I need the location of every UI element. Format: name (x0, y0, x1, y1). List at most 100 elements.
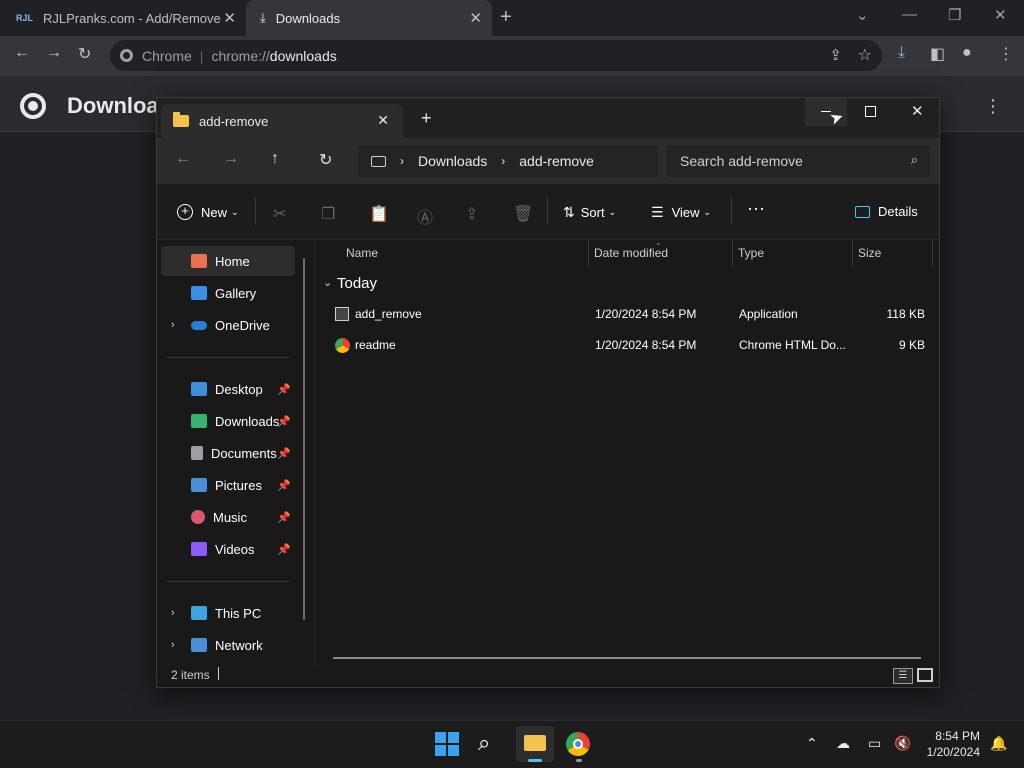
more-actions-icon[interactable]: ⋮ (984, 96, 1002, 117)
close-tab-icon[interactable]: ✕ (377, 112, 389, 129)
close-window-icon[interactable]: ✕ (994, 6, 1007, 24)
column-date[interactable]: Date modified (594, 246, 668, 260)
close-tab-icon[interactable]: ✕ (223, 9, 236, 27)
network-icon (191, 638, 207, 652)
nav-desktop[interactable]: Desktop 📌 (161, 374, 295, 404)
column-divider[interactable] (588, 240, 589, 266)
desktop-icon (191, 382, 207, 396)
details-button[interactable]: Details (855, 204, 918, 219)
volume-muted-icon[interactable]: 🔇 (894, 735, 911, 752)
more-options-icon[interactable]: ··· (747, 198, 765, 219)
new-label: New (201, 204, 228, 220)
pin-icon[interactable]: 📌 (277, 447, 291, 460)
explorer-address-bar[interactable]: › Downloads › add-remove (358, 145, 658, 177)
chrome-icon[interactable] (566, 732, 590, 756)
divider (547, 197, 548, 225)
reload-icon[interactable]: ↻ (78, 44, 91, 64)
nav-pictures[interactable]: Pictures 📌 (161, 470, 295, 500)
restore-icon[interactable]: ❐ (948, 6, 961, 24)
paste-icon[interactable]: 📋 (369, 204, 389, 224)
delete-icon[interactable]: 🗑 (513, 204, 533, 224)
view-button[interactable]: ☰ View ⌄ (651, 204, 711, 221)
maximize-icon[interactable] (865, 106, 876, 117)
divider (731, 197, 732, 225)
column-type[interactable]: Type (738, 246, 764, 260)
group-header[interactable]: Today (337, 275, 377, 292)
column-divider[interactable] (932, 240, 933, 266)
pin-icon[interactable]: 📌 (277, 479, 291, 492)
rename-icon[interactable]: Ⓐ (417, 204, 433, 228)
column-divider[interactable] (852, 240, 853, 266)
tiles-view-icon[interactable] (917, 668, 933, 682)
column-size[interactable]: Size (858, 246, 881, 260)
gallery-icon (191, 286, 207, 300)
explorer-tab-label: add-remove (199, 113, 269, 129)
pin-icon[interactable]: 📌 (277, 415, 291, 428)
tab-search-icon[interactable]: ⌄ (856, 6, 869, 24)
breadcrumb-downloads[interactable]: Downloads (418, 153, 487, 169)
notification-bell-icon[interactable]: 🔔 (990, 735, 1007, 752)
search-icon[interactable]: ⌕ (478, 730, 490, 756)
pictures-icon (191, 478, 207, 492)
search-icon: ⌕ (910, 152, 918, 167)
nav-home[interactable]: Home (161, 246, 295, 276)
tab-downloads[interactable]: ⤓ Downloads ✕ (246, 0, 492, 36)
new-tab-button[interactable]: + (500, 6, 512, 29)
nav-downloads[interactable]: Downloads 📌 (161, 406, 295, 436)
onedrive-icon[interactable]: ☁ (836, 735, 850, 752)
details-view-icon[interactable]: ☰ (893, 668, 913, 684)
new-button[interactable]: + New ⌄ (177, 204, 239, 220)
cut-icon[interactable]: ✂ (273, 204, 286, 224)
menu-icon[interactable]: ⋮ (998, 44, 1014, 64)
side-panel-icon[interactable]: ◧ (930, 44, 945, 64)
forward-icon[interactable]: → (223, 150, 239, 168)
minimize-icon[interactable]: — (902, 6, 917, 23)
back-icon[interactable]: ← (175, 150, 191, 168)
nav-scrollbar[interactable] (303, 258, 305, 620)
new-tab-button[interactable]: + (421, 108, 432, 129)
close-tab-icon[interactable]: ✕ (469, 9, 482, 27)
clock[interactable]: 8:54 PM 1/20/2024 (922, 729, 980, 759)
nav-documents[interactable]: Documents 📌 (161, 438, 295, 468)
column-divider[interactable] (732, 240, 733, 266)
column-name[interactable]: Name (346, 246, 378, 260)
tab-rjlpranks[interactable]: RJL RJLPranks.com - Add/Remove ✕ (8, 0, 246, 36)
share-icon[interactable]: ⇪ (465, 204, 478, 224)
table-row[interactable]: add_remove 1/20/2024 8:54 PM Application… (317, 303, 933, 329)
pin-icon[interactable]: 📌 (277, 543, 291, 556)
explorer-tab[interactable]: add-remove ✕ (161, 104, 403, 138)
close-window-icon[interactable]: ✕ (911, 102, 924, 120)
chevron-down-icon[interactable]: ⌄ (323, 276, 332, 289)
chrome-html-icon (335, 338, 350, 353)
nav-videos[interactable]: Videos 📌 (161, 534, 295, 564)
pin-icon[interactable]: 📌 (277, 511, 291, 524)
nav-gallery[interactable]: Gallery (161, 278, 295, 308)
forward-icon[interactable]: → (46, 44, 62, 62)
table-row[interactable]: readme 1/20/2024 8:54 PM Chrome HTML Do.… (317, 334, 933, 360)
share-icon[interactable]: ⇪ (829, 46, 842, 64)
back-icon[interactable]: ← (14, 44, 30, 62)
start-windows-icon[interactable] (435, 732, 459, 756)
copy-icon[interactable]: ❐ (321, 204, 335, 224)
pin-icon[interactable]: 📌 (277, 383, 291, 396)
nav-onedrive[interactable]: › OneDrive (161, 310, 295, 340)
bookmark-star-icon[interactable]: ☆ (858, 45, 872, 65)
nav-music[interactable]: Music 📌 (161, 502, 295, 532)
nav-this-pc[interactable]: › This PC (161, 598, 295, 628)
chevron-up-icon[interactable]: ⌃ (806, 735, 818, 752)
nav-network[interactable]: › Network (161, 630, 295, 660)
network-icon[interactable]: ▭ (868, 735, 881, 752)
refresh-icon[interactable]: ↻ (319, 150, 332, 170)
profile-icon[interactable]: ● (962, 44, 972, 62)
taskbar-explorer[interactable] (516, 726, 554, 762)
breadcrumb-add-remove[interactable]: add-remove (519, 153, 594, 169)
explorer-titlebar: add-remove ✕ + ✕ (157, 98, 939, 138)
folder-icon (524, 735, 546, 751)
sort-button[interactable]: ⇅ Sort ⌄ (563, 204, 616, 221)
search-input[interactable]: Search add-remove ⌕ (666, 145, 930, 177)
up-icon[interactable]: ↑ (271, 150, 279, 168)
tab-label: RJLPranks.com - Add/Remove (43, 10, 221, 26)
downloads-icon[interactable]: ⤓ (898, 44, 905, 62)
address-bar[interactable]: Chrome | chrome://downloads ⇪ ☆ (110, 40, 882, 71)
horizontal-scrollbar[interactable] (333, 657, 921, 659)
